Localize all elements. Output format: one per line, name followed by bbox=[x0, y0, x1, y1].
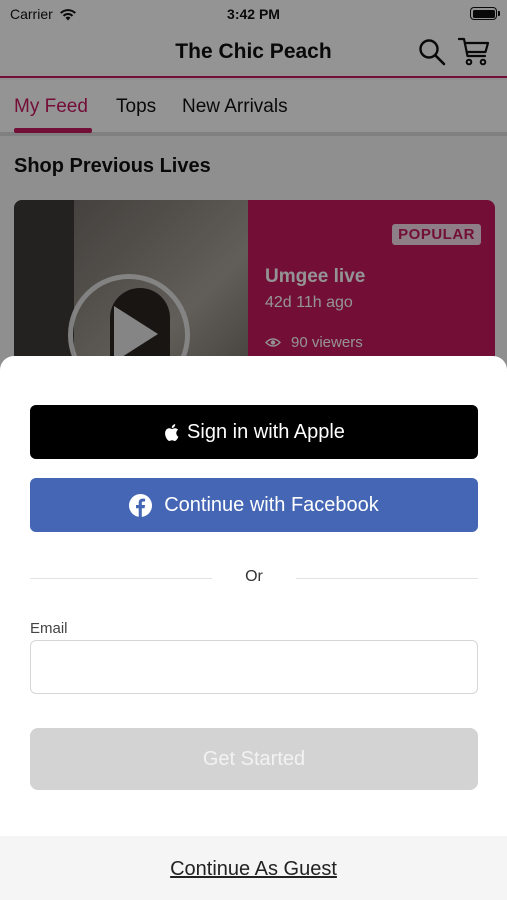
apple-icon bbox=[165, 423, 179, 441]
divider-text: Or bbox=[245, 568, 263, 585]
continue-facebook-label: Continue with Facebook bbox=[164, 493, 379, 516]
sign-in-sheet: Sign in with Apple Continue with Faceboo… bbox=[0, 356, 507, 900]
continue-as-guest-link[interactable]: Continue As Guest bbox=[0, 858, 507, 881]
get-started-button[interactable]: Get Started bbox=[30, 728, 478, 790]
facebook-icon bbox=[129, 493, 153, 517]
sign-in-apple-button[interactable]: Sign in with Apple bbox=[30, 405, 478, 459]
divider-line-right bbox=[296, 578, 478, 579]
sign-in-apple-label: Sign in with Apple bbox=[187, 420, 345, 443]
continue-facebook-button[interactable]: Continue with Facebook bbox=[30, 478, 478, 532]
or-divider: Or bbox=[30, 566, 478, 590]
email-label: Email bbox=[30, 620, 68, 637]
email-field[interactable] bbox=[30, 640, 478, 694]
get-started-label: Get Started bbox=[202, 747, 306, 770]
guest-bar: Continue As Guest bbox=[0, 836, 507, 900]
